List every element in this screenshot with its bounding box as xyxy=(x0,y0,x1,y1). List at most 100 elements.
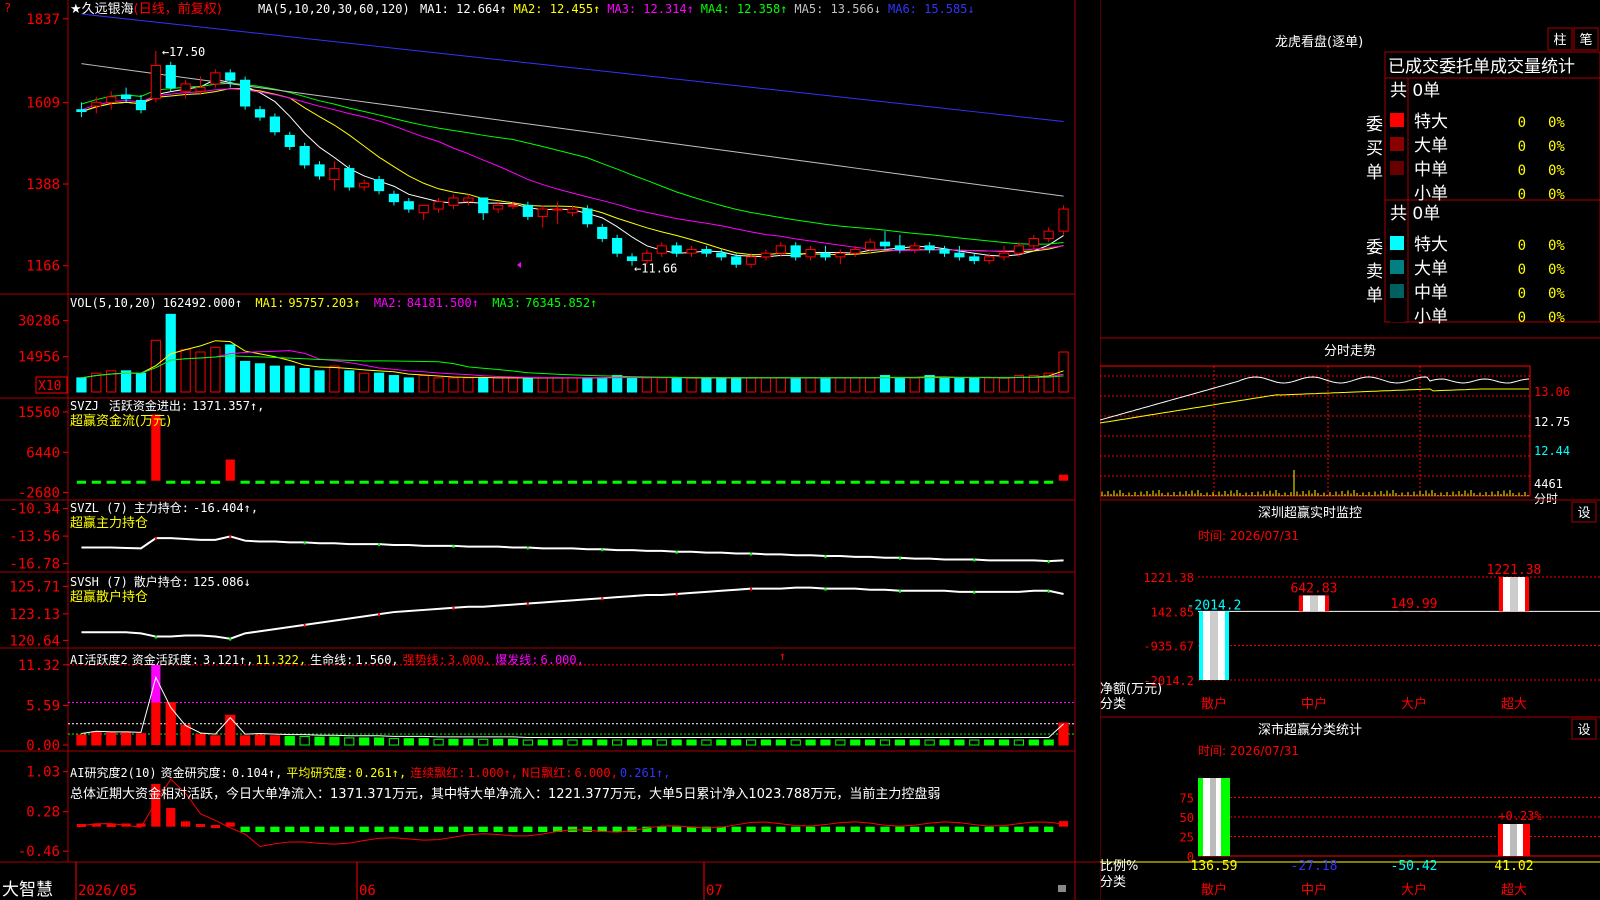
flow-bar xyxy=(329,480,340,484)
candle xyxy=(1028,237,1039,247)
ma-legend-2: MA2: 12.455↑ xyxy=(514,2,601,16)
svsh-dot xyxy=(452,606,455,610)
candle xyxy=(507,204,519,207)
right-panel-svg: 龙虎看盘(逐单) 柱 笔 已成交委托单成交量统计 共 0单委买单特大 0 0%大单 0… xyxy=(1100,0,1600,900)
sc-unit: 比例% xyxy=(1100,859,1138,874)
ytick: 6440 xyxy=(26,445,60,461)
side-row-pct: 0% xyxy=(1548,139,1565,155)
flow-bar xyxy=(657,480,667,484)
candle xyxy=(433,201,444,210)
kline-chart-svg[interactable]: ? ★久远银海(日线，前复权) MA(5,10,20,30,60,120) MA… xyxy=(0,0,1100,900)
vol-bar xyxy=(344,370,355,393)
activity-bar xyxy=(790,739,801,746)
flow-bar xyxy=(612,480,622,484)
sz-bar-label: 642.83 xyxy=(1291,581,1338,596)
vol-bar xyxy=(984,377,995,393)
flow-bar xyxy=(850,480,860,484)
vol-bar xyxy=(597,377,608,393)
flow-bar xyxy=(433,480,444,484)
research-bar xyxy=(180,821,191,827)
x-label: 06 xyxy=(359,883,376,899)
flow-bar xyxy=(448,480,459,484)
svzj-chart[interactable]: 15560 6440 -2680 xyxy=(18,405,1069,502)
activity-bar xyxy=(656,739,667,746)
low-label: ←11.66 xyxy=(634,262,677,276)
flow-bar xyxy=(1014,480,1024,484)
sc-stats-title: 深市超赢分类统计 xyxy=(1258,722,1362,738)
activity-bar xyxy=(567,739,578,746)
svzl-dot xyxy=(824,555,827,559)
vol-bar xyxy=(760,377,772,393)
activity-bar xyxy=(984,739,995,746)
intraday-chart[interactable]: 13.06 12.75 12.44 4461分时 xyxy=(1100,365,1570,506)
vol-bar xyxy=(864,377,876,393)
sz-cat: 分类 xyxy=(1100,697,1126,712)
flow-bar xyxy=(210,480,220,484)
side-row-label: 大单 xyxy=(1414,136,1448,156)
candle xyxy=(492,204,504,210)
volume-chart[interactable]: 30286 14956 X10 xyxy=(18,314,1069,394)
ma-label: MA(5,10,20,30,60,120) xyxy=(258,2,410,16)
sc-value: 41.02 xyxy=(1494,859,1533,874)
lock-icon[interactable] xyxy=(1058,885,1066,892)
flow-bar xyxy=(805,480,816,484)
svsh-chart[interactable]: 125.71 123.13 120.64 xyxy=(9,579,1064,649)
research-bar xyxy=(329,826,340,832)
side-swatch xyxy=(1390,137,1404,151)
stat-title: 已成交委托单成交量统计 xyxy=(1388,57,1575,77)
activity-bar xyxy=(180,724,191,746)
activity-bar xyxy=(492,738,504,746)
ytick: 11.32 xyxy=(18,658,60,674)
side-row-count: 0 xyxy=(1518,139,1526,155)
buy-side-table: 共 0单委买单 特大 0 0% 大单 0 0% 中单 0 0% 小单 0 0% xyxy=(1366,81,1565,204)
sc-settings-label[interactable]: 设 xyxy=(1577,723,1590,738)
activity-bar xyxy=(76,734,87,746)
candle xyxy=(850,249,861,254)
flow-bar xyxy=(731,480,741,484)
tick-mode-label[interactable]: 笔 xyxy=(1579,32,1592,48)
settings-corner-icon[interactable]: ? xyxy=(4,1,11,15)
sz-monitor-chart: 1221.38142.85-935.67-2014.2-2014.2642.83… xyxy=(1143,563,1600,712)
sz-bar-label: 149.99 xyxy=(1391,597,1438,612)
candle xyxy=(254,109,266,118)
side-row-label: 小单 xyxy=(1414,307,1448,327)
candle xyxy=(984,256,995,262)
flow-bar xyxy=(686,480,697,484)
ytick: -13.56 xyxy=(9,529,60,545)
vol-bar xyxy=(969,377,980,393)
main-candlestick-chart[interactable]: 1837 1609 1388 1166 ←17.50 ←11.66 xyxy=(26,12,1069,276)
side-label-char: 单 xyxy=(1366,163,1383,183)
sz-settings-label[interactable]: 设 xyxy=(1577,506,1590,521)
activity-bar xyxy=(344,737,355,746)
side-row-label: 中单 xyxy=(1414,283,1448,303)
research-bar xyxy=(300,826,310,832)
side-swatch xyxy=(1390,185,1404,199)
ai2-summary: 总体近期大资金相对活跃，今日大单净流入：1371.371万元，其中特大单净流入：… xyxy=(70,786,940,802)
flow-bar xyxy=(776,480,786,484)
vol-bar xyxy=(522,377,533,393)
candle xyxy=(195,87,206,92)
svzl-dot xyxy=(303,541,306,545)
side-swatch xyxy=(1390,161,1404,175)
fs-price-line xyxy=(1100,376,1530,421)
candle xyxy=(656,245,667,254)
activity-bar xyxy=(775,739,786,746)
candle xyxy=(552,208,563,211)
research-bar xyxy=(746,826,756,832)
side-row-pct: 0% xyxy=(1548,163,1565,179)
vol-bar xyxy=(790,377,801,393)
side-row-pct: 0% xyxy=(1548,115,1565,131)
side-row-pct: 0% xyxy=(1548,310,1565,326)
candle xyxy=(344,168,355,188)
side-row-pct: 0% xyxy=(1548,262,1565,278)
activity-bar xyxy=(597,739,608,746)
vol-bar xyxy=(582,377,593,393)
kline-area[interactable]: ? ★久远银海(日线，前复权) MA(5,10,20,30,60,120) MA… xyxy=(0,0,1100,900)
sc-ytick: 25 xyxy=(1180,831,1194,845)
activity-bar xyxy=(91,731,102,746)
activity-bar xyxy=(507,738,519,746)
flow-bar xyxy=(493,480,503,484)
column-mode-label[interactable]: 柱 xyxy=(1553,33,1566,48)
activity-bar xyxy=(120,732,132,746)
candle xyxy=(210,72,221,85)
